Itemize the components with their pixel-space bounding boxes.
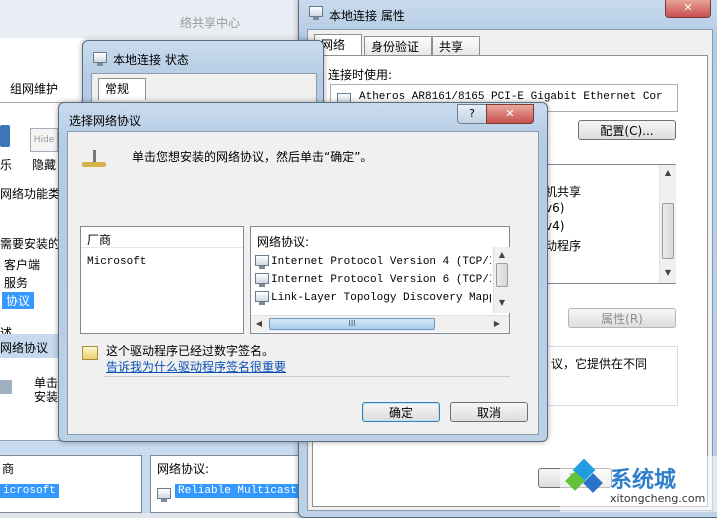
protocol-item-label: Link-Layer Topology Discovery Mapper I/O… bbox=[271, 292, 491, 304]
bg-window-titlebar bbox=[0, 0, 300, 38]
bg-subdialog-title: 网络协议 bbox=[0, 341, 49, 355]
protocol-icon bbox=[82, 150, 106, 168]
tab-sharing[interactable]: 共享 bbox=[432, 36, 480, 56]
divider bbox=[104, 376, 510, 377]
configure-button[interactable]: 配置(C)... bbox=[578, 120, 676, 140]
dialog-title: 选择网络协议 bbox=[69, 114, 142, 128]
connect-using-label: 连接时使用: bbox=[328, 68, 393, 82]
properties-title: 本地连接 属性 bbox=[329, 9, 405, 23]
scroll-up-arrow[interactable]: ▲ bbox=[660, 165, 676, 181]
protocol-vscrollbar[interactable]: ▲ ▼ bbox=[493, 247, 510, 313]
bottom-vendor-value[interactable]: icrosoft bbox=[0, 484, 59, 498]
components-scrollbar[interactable]: ▲ ▼ bbox=[659, 165, 676, 283]
dialog-body: 单击您想安装的网络协议，然后单击“确定”。 厂商 Microsoft 网络协议:… bbox=[67, 131, 539, 435]
protocol-hscrollbar[interactable]: ◀ III ▶ bbox=[251, 315, 509, 332]
select-protocol-dialog: 选择网络协议 ? ✕ 单击您想安装的网络协议，然后单击“确定”。 厂商 Micr… bbox=[58, 102, 548, 442]
scroll-up-arrow[interactable]: ▲ bbox=[494, 247, 510, 263]
instruction-text: 单击您想安装的网络协议，然后单击“确定”。 bbox=[132, 150, 373, 164]
certificate-icon bbox=[82, 346, 98, 360]
network-protocol-icon bbox=[255, 291, 269, 305]
vendor-item[interactable]: Microsoft bbox=[87, 256, 146, 268]
hide-icon-text: Hide bbox=[33, 135, 55, 145]
driver-signing-link[interactable]: 告诉我为什么驱动程序签名很重要 bbox=[106, 358, 286, 375]
component-item[interactable]: 机共享 bbox=[545, 183, 581, 200]
watermark: 系统城 xitongcheng.com bbox=[560, 456, 717, 512]
list-item-client[interactable]: 客户端 bbox=[4, 256, 40, 273]
list-item-service[interactable]: 服务 bbox=[4, 274, 28, 291]
vscroll-thumb[interactable] bbox=[496, 263, 508, 287]
component-item[interactable]: 动程序 bbox=[545, 237, 581, 254]
list-item-protocol[interactable]: 协议 bbox=[2, 292, 35, 309]
description-partial: 议，它提供在不同 bbox=[551, 357, 648, 371]
protocol-header: 网络协议: bbox=[257, 235, 310, 249]
close-icon: ✕ bbox=[683, 1, 693, 14]
cancel-button[interactable]: 取消 bbox=[450, 402, 528, 422]
protocol-item-label: Internet Protocol Version 6 (TCP/IPv6) bbox=[271, 274, 491, 286]
scroll-thumb[interactable] bbox=[662, 203, 674, 259]
list-item[interactable]: Internet Protocol Version 4 (TCP/IPv4) bbox=[255, 253, 491, 269]
list-item[interactable]: Link-Layer Topology Discovery Mapper I/O… bbox=[255, 289, 491, 305]
tab-network-label: 网络 bbox=[321, 38, 346, 52]
scroll-left-arrow[interactable]: ◀ bbox=[251, 316, 267, 332]
cancel-button-label: 取消 bbox=[476, 406, 501, 420]
ok-button-label: 确定 bbox=[388, 406, 413, 420]
watermark-site: xitongcheng.com bbox=[610, 492, 706, 505]
bg-icon-label-hidden: 隐藏 bbox=[32, 158, 57, 172]
network-icon bbox=[0, 125, 10, 147]
protocol-item-label: Internet Protocol Version 4 (TCP/IPv4) bbox=[271, 256, 491, 268]
tab-authentication[interactable]: 身份验证 bbox=[364, 36, 432, 56]
protocol-items: Internet Protocol Version 4 (TCP/IPv4) I… bbox=[255, 253, 491, 313]
network-protocol-icon bbox=[255, 255, 269, 269]
hscroll-thumb[interactable]: III bbox=[269, 318, 435, 330]
watermark-brand: 系统城 bbox=[610, 468, 677, 493]
status-lan-icon bbox=[93, 50, 109, 66]
scroll-down-arrow[interactable]: ▼ bbox=[494, 295, 510, 311]
hide-icon: Hide bbox=[30, 128, 58, 152]
bottom-vendor-header: 商 bbox=[2, 462, 15, 476]
bg-window-partial-title: 络共享中心 bbox=[180, 16, 241, 30]
status-title: 本地连接 状态 bbox=[113, 53, 189, 67]
watermark-logo-icon bbox=[565, 458, 603, 496]
ok-button[interactable]: 确定 bbox=[362, 402, 440, 422]
bg-icon-label-1: 乐 bbox=[0, 158, 13, 172]
vendor-header: 厂商 bbox=[87, 233, 112, 247]
signed-text: 这个驱动程序已经过数字签名。 bbox=[106, 344, 275, 358]
bottom-vendor-list[interactable]: 商 icrosoft bbox=[0, 455, 142, 513]
lan-icon bbox=[309, 4, 325, 20]
tab-group-maintenance[interactable]: 组网维护 bbox=[10, 80, 58, 97]
hscroll-grip: III bbox=[348, 319, 356, 328]
bg-install-text: 安装 bbox=[34, 390, 59, 404]
help-icon: ? bbox=[469, 107, 475, 120]
tab-sharing-label: 共享 bbox=[439, 40, 464, 54]
scroll-down-arrow[interactable]: ▼ bbox=[660, 265, 676, 281]
scroll-right-arrow[interactable]: ▶ bbox=[489, 316, 505, 332]
close-icon: ✕ bbox=[505, 107, 515, 120]
network-protocol-icon bbox=[255, 273, 269, 287]
properties-button-label: 属性(R) bbox=[601, 312, 643, 326]
dialog-close-button[interactable]: ✕ bbox=[486, 104, 534, 124]
protocol-list[interactable]: 网络协议: Internet Protocol Version 4 (TCP/I… bbox=[250, 226, 510, 334]
tab-authentication-label: 身份验证 bbox=[371, 40, 420, 54]
label-required-install: 需要安装的 bbox=[0, 237, 61, 251]
properties-titlebar: 本地连接 属性 ✕ bbox=[299, 0, 717, 27]
properties-button: 属性(R) bbox=[568, 308, 676, 328]
label-network-function: 网络功能类 bbox=[0, 187, 61, 201]
vendor-list[interactable]: 厂商 Microsoft bbox=[80, 226, 244, 334]
close-button[interactable]: ✕ bbox=[665, 0, 711, 18]
tab-general[interactable]: 常规 bbox=[98, 78, 146, 100]
bg-subdialog-icon bbox=[0, 380, 12, 394]
bottom-protocol-icon bbox=[157, 486, 173, 502]
bottom-protocol-header: 网络协议: bbox=[157, 462, 210, 476]
configure-button-label: 配置(C)... bbox=[600, 124, 654, 138]
list-item[interactable]: Internet Protocol Version 6 (TCP/IPv6) bbox=[255, 271, 491, 287]
help-button[interactable]: ? bbox=[457, 104, 487, 124]
tab-general-label: 常规 bbox=[105, 82, 130, 96]
